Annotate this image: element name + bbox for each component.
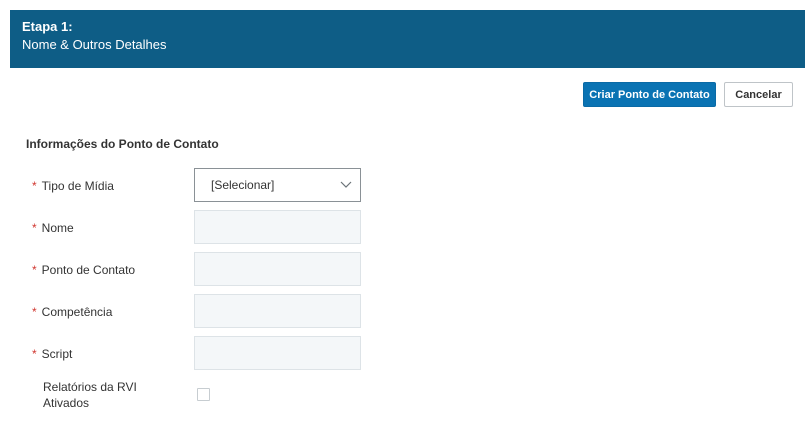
- required-marker: *: [32, 221, 37, 235]
- step-number: Etapa 1:: [22, 19, 73, 34]
- name-label: * Nome: [32, 221, 74, 235]
- contact-point-label: * Ponto de Contato: [32, 263, 136, 277]
- required-marker: *: [32, 305, 37, 319]
- required-marker: *: [32, 179, 37, 193]
- media-type-value: [Selecionar]: [211, 178, 275, 192]
- create-contact-point-button[interactable]: Criar Ponto de Contato: [583, 82, 716, 107]
- chevron-down-icon: [340, 181, 352, 188]
- cancel-button[interactable]: Cancelar: [724, 82, 793, 107]
- media-type-label: * Tipo de Mídia: [32, 179, 114, 193]
- script-input[interactable]: [194, 336, 361, 370]
- step-header: Etapa 1: Nome & Outros Detalhes: [10, 10, 805, 68]
- media-type-select[interactable]: [Selecionar]: [194, 168, 361, 202]
- section-title: Informações do Ponto de Contato: [26, 137, 219, 151]
- required-marker: *: [32, 263, 37, 277]
- script-label: * Script: [32, 347, 73, 361]
- step-title: Nome & Outros Detalhes: [22, 37, 167, 52]
- ivr-reports-label: Relatórios da RVI Ativados: [43, 380, 137, 410]
- contact-point-input[interactable]: [194, 252, 361, 286]
- ivr-reports-checkbox[interactable]: [197, 388, 210, 401]
- name-input[interactable]: [194, 210, 361, 244]
- skill-label: * Competência: [32, 305, 113, 319]
- skill-input[interactable]: [194, 294, 361, 328]
- required-marker: *: [32, 347, 37, 361]
